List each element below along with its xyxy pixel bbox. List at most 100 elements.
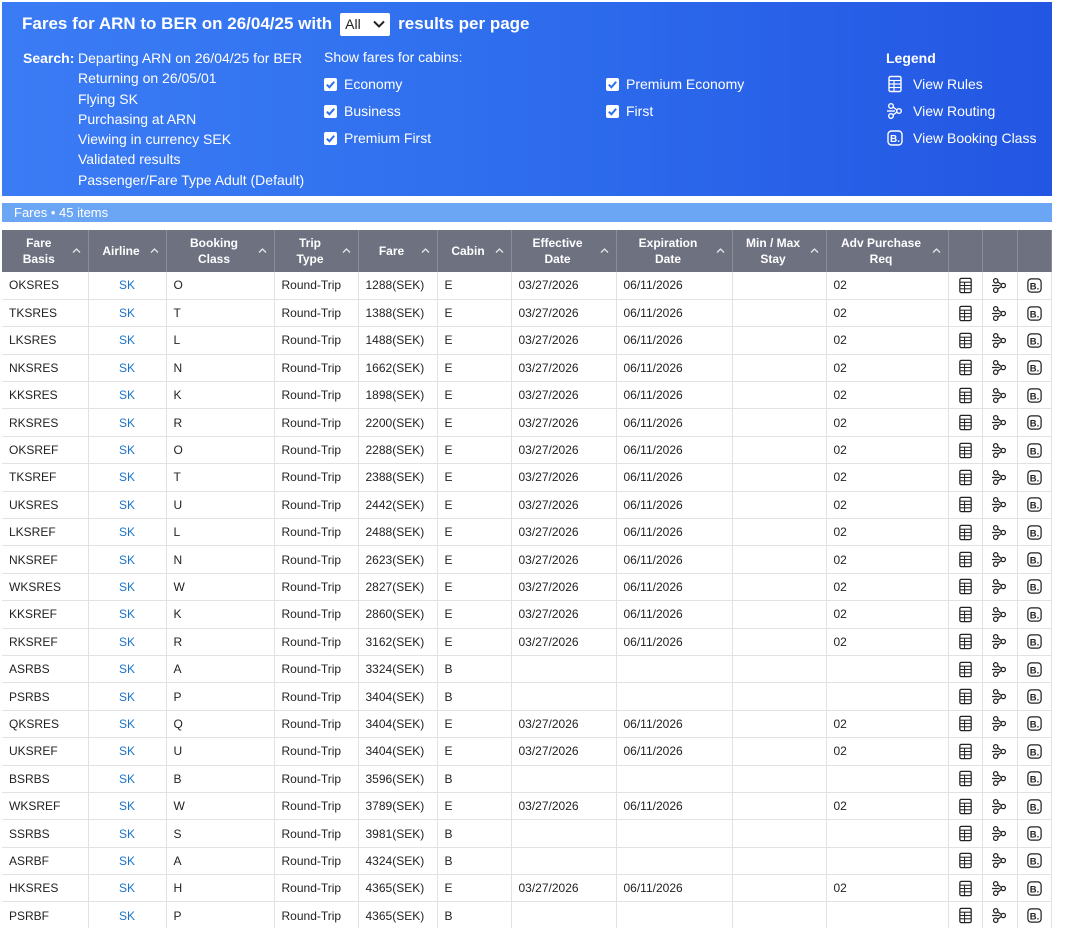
view-rules-button[interactable] (948, 518, 983, 547)
airline-link[interactable]: SK (88, 819, 167, 848)
sort-chevron-up-icon[interactable] (150, 247, 159, 254)
view-booking-class-button[interactable]: B. (1017, 819, 1052, 848)
view-routing-button[interactable] (982, 299, 1018, 328)
airline-link[interactable]: SK (88, 573, 167, 602)
airline-link[interactable]: SK (88, 655, 167, 684)
view-routing-button[interactable] (982, 272, 1018, 300)
view-rules-button[interactable] (948, 600, 983, 629)
view-rules-button[interactable] (948, 901, 983, 928)
column-header-fare-basis[interactable]: Fare Basis (2, 230, 89, 272)
view-booking-class-button[interactable]: B. (1017, 436, 1052, 465)
airline-link[interactable]: SK (88, 491, 167, 520)
cabin-premium-economy-checkbox[interactable]: Premium Economy (606, 76, 744, 92)
airline-link[interactable]: SK (88, 436, 167, 465)
airline-link[interactable]: SK (88, 628, 167, 656)
view-routing-button[interactable] (982, 354, 1018, 383)
view-booking-class-button[interactable]: B. (1017, 655, 1052, 684)
airline-link[interactable]: SK (88, 545, 167, 574)
view-rules-button[interactable] (948, 819, 983, 848)
view-routing-button[interactable] (982, 463, 1018, 492)
sort-chevron-up-icon[interactable] (421, 247, 430, 254)
view-booking-class-button[interactable]: B. (1017, 463, 1052, 492)
cabin-business-checkbox[interactable]: Business (324, 103, 401, 119)
view-booking-class-button[interactable]: B. (1017, 682, 1052, 711)
view-booking-class-button[interactable]: B. (1017, 628, 1052, 656)
airline-link[interactable]: SK (88, 737, 167, 766)
view-booking-class-button[interactable]: B. (1017, 491, 1052, 520)
view-booking-class-button[interactable]: B. (1017, 408, 1052, 437)
airline-link[interactable]: SK (88, 354, 167, 383)
view-routing-button[interactable] (982, 600, 1018, 629)
sort-chevron-up-icon[interactable] (258, 247, 267, 254)
airline-link[interactable]: SK (88, 847, 167, 876)
view-rules-button[interactable] (948, 436, 983, 465)
column-header-adv-purchase-req[interactable]: Adv Purchase Req (826, 230, 949, 272)
column-header-trip-type[interactable]: Trip Type (274, 230, 359, 272)
view-routing-button[interactable] (982, 381, 1018, 410)
view-routing-button[interactable] (982, 847, 1018, 876)
view-rules-button[interactable] (948, 847, 983, 876)
column-header-booking-class[interactable]: Booking Class (166, 230, 275, 272)
view-routing-button[interactable] (982, 326, 1018, 355)
view-rules-button[interactable] (948, 628, 983, 656)
column-header-airline[interactable]: Airline (88, 230, 167, 272)
sort-chevron-up-icon[interactable] (716, 247, 725, 254)
view-routing-button[interactable] (982, 819, 1018, 848)
view-booking-class-button[interactable]: B. (1017, 354, 1052, 383)
view-booking-class-button[interactable]: B. (1017, 545, 1052, 574)
view-booking-class-button[interactable]: B. (1017, 874, 1052, 903)
view-booking-class-button[interactable]: B. (1017, 792, 1052, 821)
column-header-cabin[interactable]: Cabin (437, 230, 512, 272)
view-rules-button[interactable] (948, 792, 983, 821)
column-header-effective-date[interactable]: Effective Date (511, 230, 617, 272)
airline-link[interactable]: SK (88, 463, 167, 492)
view-booking-class-button[interactable]: B. (1017, 600, 1052, 629)
column-header-fare[interactable]: Fare (358, 230, 438, 272)
view-booking-class-button[interactable]: B. (1017, 272, 1052, 300)
view-routing-button[interactable] (982, 682, 1018, 711)
view-routing-button[interactable] (982, 765, 1018, 793)
sort-chevron-up-icon[interactable] (495, 247, 504, 254)
view-rules-button[interactable] (948, 326, 983, 355)
airline-link[interactable]: SK (88, 518, 167, 547)
cabin-economy-checkbox[interactable]: Economy (324, 76, 402, 92)
view-routing-button[interactable] (982, 710, 1018, 739)
view-routing-button[interactable] (982, 436, 1018, 465)
view-rules-button[interactable] (948, 710, 983, 739)
view-routing-button[interactable] (982, 874, 1018, 903)
view-booking-class-button[interactable]: B. (1017, 573, 1052, 602)
cabin-first-checkbox[interactable]: First (606, 103, 653, 119)
view-rules-button[interactable] (948, 874, 983, 903)
airline-link[interactable]: SK (88, 792, 167, 821)
view-rules-button[interactable] (948, 491, 983, 520)
view-routing-button[interactable] (982, 545, 1018, 574)
view-booking-class-button[interactable]: B. (1017, 710, 1052, 739)
airline-link[interactable]: SK (88, 299, 167, 328)
view-routing-button[interactable] (982, 408, 1018, 437)
view-routing-button[interactable] (982, 518, 1018, 547)
cabin-premium-first-checkbox[interactable]: Premium First (324, 130, 431, 146)
sort-chevron-up-icon[interactable] (600, 247, 609, 254)
airline-link[interactable]: SK (88, 272, 167, 300)
view-booking-class-button[interactable]: B. (1017, 765, 1052, 793)
airline-link[interactable]: SK (88, 765, 167, 793)
view-booking-class-button[interactable]: B. (1017, 737, 1052, 766)
view-routing-button[interactable] (982, 491, 1018, 520)
view-rules-button[interactable] (948, 272, 983, 300)
view-rules-button[interactable] (948, 381, 983, 410)
view-routing-button[interactable] (982, 737, 1018, 766)
airline-link[interactable]: SK (88, 600, 167, 629)
view-rules-button[interactable] (948, 299, 983, 328)
sort-chevron-up-icon[interactable] (810, 247, 819, 254)
airline-link[interactable]: SK (88, 874, 167, 903)
results-per-page-select[interactable]: All (340, 12, 391, 36)
column-header-min-max-stay[interactable]: Min / Max Stay (732, 230, 827, 272)
view-booking-class-button[interactable]: B. (1017, 847, 1052, 876)
sort-chevron-up-icon[interactable] (72, 247, 81, 254)
column-header-expiration-date[interactable]: Expiration Date (616, 230, 733, 272)
airline-link[interactable]: SK (88, 710, 167, 739)
view-routing-button[interactable] (982, 792, 1018, 821)
view-booking-class-button[interactable]: B. (1017, 381, 1052, 410)
airline-link[interactable]: SK (88, 408, 167, 437)
airline-link[interactable]: SK (88, 381, 167, 410)
